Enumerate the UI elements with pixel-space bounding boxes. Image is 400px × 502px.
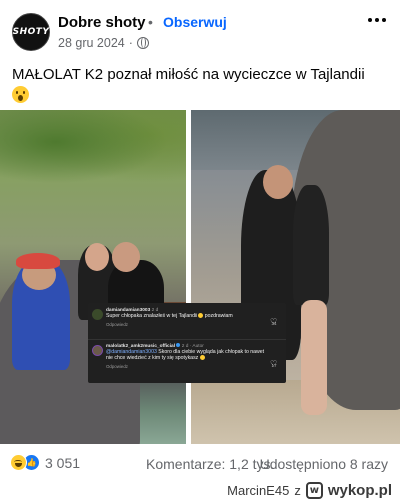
watermark-from: z <box>294 483 301 498</box>
post-text: MAŁOLAT K2 poznał miłość na wycieczce w … <box>12 64 392 106</box>
more-dots-icon <box>368 18 372 22</box>
photo-woman-right <box>293 185 329 305</box>
comment-avatar <box>92 309 103 320</box>
comment-divider <box>88 339 286 340</box>
photo-woman-legs <box>301 300 327 415</box>
comment-body: malolatk2_amk2music_official 2 d · Autor… <box>106 343 270 369</box>
page-name-link[interactable]: Dobre shoty <box>58 14 146 31</box>
haha-reaction-icon <box>10 454 27 471</box>
follow-button[interactable]: Obserwuj <box>163 14 227 30</box>
wykop-watermark: MarcinE45 z w wykop.pl <box>227 482 392 499</box>
post-photo-left[interactable] <box>0 110 186 444</box>
comment-body: damiandamian3003 2 d Super chłopaka znal… <box>106 308 270 327</box>
more-dots-icon <box>382 18 386 22</box>
separator-dot-small: · <box>128 36 133 50</box>
more-dots-icon <box>375 18 379 22</box>
watermark-user: MarcinE45 <box>227 483 290 498</box>
comment-text-tail: pozdrawiam <box>203 313 233 319</box>
watermark-site: wykop.pl <box>327 482 392 499</box>
thumbs-up-icon: 👍 <box>26 458 37 467</box>
wykop-logo-letter: w <box>309 485 319 496</box>
photo-trees <box>0 110 186 190</box>
avatar-logo-text: SHOTY <box>12 27 50 37</box>
comments-count-link[interactable]: Komentarze: 1,2 tys. <box>146 456 274 472</box>
comment-like-count: 34 <box>271 321 277 326</box>
wykop-logo-icon: w <box>305 482 323 499</box>
reply-link: Odpowiedz <box>106 322 128 328</box>
reactions-summary[interactable]: 👍 3 051 <box>10 454 80 471</box>
comment-avatar <box>92 345 103 356</box>
page-avatar[interactable]: SHOTY <box>12 13 50 51</box>
comment-text-line: @damiandamian3003 Skoro dla ciebie wyglą… <box>106 349 270 362</box>
heart-icon <box>270 311 278 319</box>
astonished-face-emoji <box>12 86 29 103</box>
photo-man-head <box>112 242 140 272</box>
comment-text-line: Super chłopaka znalazłeś w tej Tajlandii… <box>106 313 270 319</box>
separator-dot: • <box>148 14 153 30</box>
heart-icon <box>270 353 278 361</box>
reaction-count: 3 051 <box>45 454 81 471</box>
post-header: SHOTY Dobre shoty • Obserwuj 28 gru 2024… <box>0 0 400 56</box>
comment-like-count: 17 <box>271 363 277 368</box>
photo-man-head-right <box>263 165 293 199</box>
comments-screenshot-overlay: damiandamian3003 2 d Super chłopaka znal… <box>88 303 286 383</box>
verified-badge-icon <box>176 343 181 347</box>
post-meta: 28 gru 2024 · <box>58 36 149 50</box>
reply-link: Odpowiedz <box>106 363 128 369</box>
comment-mention: @damiandamian3003 <box>106 349 157 355</box>
post-photo-right[interactable] <box>191 110 400 444</box>
post-date[interactable]: 28 gru 2024 <box>58 36 125 50</box>
face-emoji <box>199 355 205 361</box>
more-options-button[interactable] <box>364 10 390 30</box>
photo-red-hat <box>16 253 60 269</box>
post-caption: MAŁOLAT K2 poznał miłość na wycieczce w … <box>12 66 365 83</box>
post-footer: 👍 3 051 Komentarze: 1,2 tys. Udostępnion… <box>0 444 400 480</box>
photo-woman-head <box>85 243 109 271</box>
comment-text: Super chłopaka znalazłeś w tej Tajlandii <box>106 313 198 319</box>
shares-count-link[interactable]: Udostępniono 8 razy <box>260 456 388 472</box>
globe-icon <box>136 37 149 49</box>
